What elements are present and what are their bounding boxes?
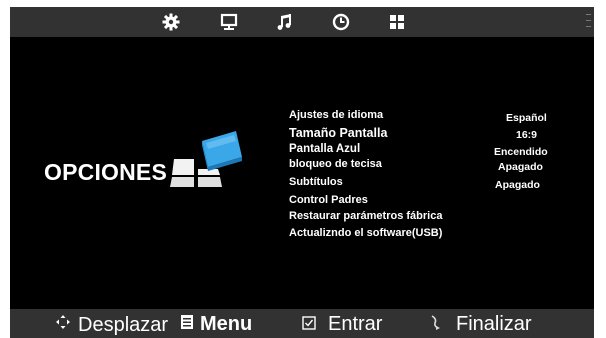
bottom-hint-bar: Desplazar Menu Entrar Finalizar [10, 309, 594, 338]
page-title: OPCIONES [44, 159, 168, 185]
menu-item-factory-reset[interactable]: Restaurar parámetros fábrica [289, 210, 442, 222]
value-language: Español [506, 112, 547, 124]
menu-item-key-lock[interactable]: bloqueo de tecisa [289, 158, 382, 170]
value-blue-screen: Encendido [494, 146, 548, 158]
move-arrows-icon [54, 313, 72, 337]
menu-item-parental-control[interactable]: Control Padres [289, 194, 368, 206]
menu-item-blue-screen[interactable]: Pantalla Azul [289, 143, 360, 155]
sound-icon[interactable] [275, 12, 295, 32]
menu-item-software-update[interactable]: Actualizndo el software(USB) [289, 227, 442, 239]
exit-icon [430, 313, 442, 336]
hint-enter: Entrar [302, 313, 382, 336]
hint-enter-label: Entrar [328, 313, 383, 335]
hint-move: Desplazar [54, 313, 168, 337]
menu-item-language[interactable]: Ajustes de idioma [289, 109, 383, 121]
options-logo-icon [168, 129, 248, 199]
picture-icon[interactable] [219, 12, 239, 32]
time-icon[interactable] [331, 12, 351, 32]
menu-item-screen-size[interactable]: Tamaño Pantalla [289, 126, 387, 140]
value-key-lock: Apagado [498, 161, 543, 173]
hint-move-label: Desplazar [78, 313, 169, 336]
value-screen-size: 16:9 [516, 129, 538, 141]
options-panel: OPCIONES Ajustes de idioma Tamaño Pantal… [10, 37, 594, 309]
corner-marks [586, 9, 592, 35]
value-subtitles: Apagado [495, 179, 540, 191]
top-menu-bar [10, 7, 594, 37]
tv-screen: OPCIONES Ajustes de idioma Tamaño Pantal… [10, 7, 594, 338]
checkbox-icon [302, 313, 316, 336]
hint-menu-label: Menu [200, 313, 253, 335]
hint-menu: Menu [180, 313, 252, 336]
settings-icon[interactable] [161, 12, 181, 32]
options-grid-icon[interactable] [387, 12, 407, 32]
hint-exit: Finalizar [430, 313, 532, 336]
hint-exit-label: Finalizar [456, 313, 532, 335]
menu-item-subtitles[interactable]: Subtítulos [289, 176, 343, 188]
menu-icon [180, 313, 194, 336]
